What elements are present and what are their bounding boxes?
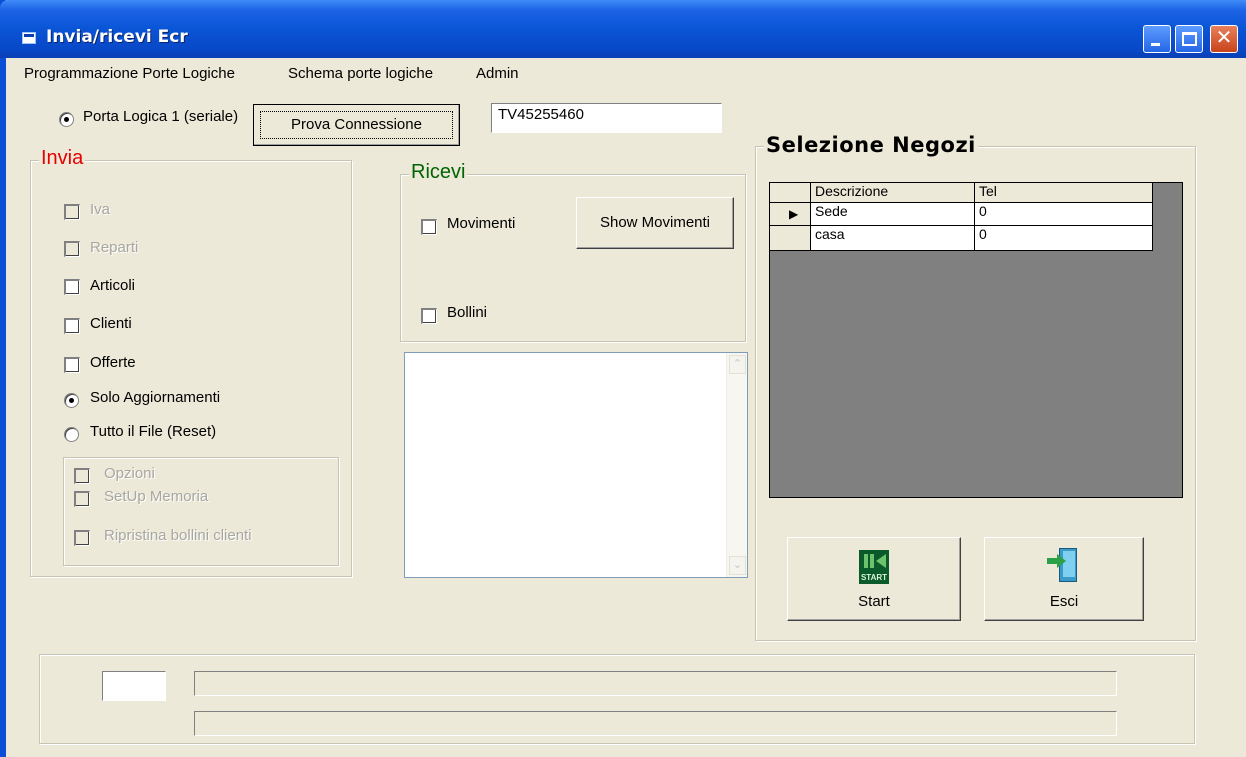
setup-memoria-checkbox[interactable]: [74, 491, 90, 507]
start-label: Start: [858, 593, 890, 610]
serial-field[interactable]: TV45255460: [491, 103, 722, 133]
exit-door-icon: [1045, 546, 1081, 586]
app-icon: [22, 32, 36, 44]
minimize-button[interactable]: [1143, 25, 1171, 53]
scroll-up-icon[interactable]: ⌃: [729, 355, 746, 374]
ricevi-title: Ricevi: [409, 161, 468, 184]
invia-group: Invia Iva Reparti Articoli Clienti Offer…: [30, 147, 352, 577]
setup-memoria-label: SetUp Memoria: [104, 488, 209, 505]
prova-connessione-button[interactable]: Prova Connessione: [253, 104, 460, 146]
prova-connessione-label: Prova Connessione: [260, 111, 453, 139]
offerte-checkbox[interactable]: [64, 357, 80, 373]
tutto-il-file-radio[interactable]: [64, 427, 79, 442]
menu-programmazione-porte-logiche[interactable]: Programmazione Porte Logiche: [24, 65, 235, 82]
grid-header-tel[interactable]: Tel: [975, 183, 1153, 203]
close-button[interactable]: ✕: [1210, 25, 1238, 53]
solo-aggiornamenti-radio[interactable]: [64, 393, 79, 408]
opzioni-checkbox[interactable]: [74, 468, 90, 484]
minimize-icon: [1151, 43, 1160, 46]
movimenti-label: Movimenti: [447, 215, 516, 232]
porta-logica-radio[interactable]: [59, 112, 74, 127]
grid-corner: [770, 183, 811, 203]
iva-checkbox[interactable]: [64, 204, 80, 220]
bollini-checkbox[interactable]: [421, 308, 437, 324]
grid-cell-tel[interactable]: 0: [975, 226, 1153, 251]
maximize-button[interactable]: [1175, 25, 1203, 53]
tutto-il-file-label: Tutto il File (Reset): [90, 423, 217, 440]
menu-schema-porte-logiche[interactable]: Schema porte logiche: [288, 65, 433, 82]
porta-logica-label: Porta Logica 1 (seriale): [83, 108, 239, 125]
menu-admin[interactable]: Admin: [476, 65, 519, 82]
status-counter-field[interactable]: [102, 671, 166, 701]
main-window: Invia/ricevi Ecr ✕ Programmazione Porte …: [0, 0, 1246, 757]
close-icon: ✕: [1215, 27, 1233, 49]
row-selector-icon[interactable]: ▶: [770, 203, 811, 226]
show-movimenti-button[interactable]: Show Movimenti: [576, 197, 734, 249]
grid-cell-descrizione[interactable]: casa: [811, 226, 975, 251]
negozi-title: Selezione Negozi: [764, 133, 978, 157]
movimenti-checkbox[interactable]: [421, 219, 437, 235]
log-scrollbar[interactable]: ⌃ ⌄: [726, 353, 747, 577]
start-button[interactable]: START Start: [787, 537, 961, 621]
esci-button[interactable]: Esci: [984, 537, 1144, 621]
status-frame: [39, 654, 1195, 744]
start-icon: START: [859, 550, 889, 584]
log-textarea[interactable]: ⌃ ⌄: [404, 352, 748, 578]
window-title: Invia/ricevi Ecr: [46, 27, 188, 47]
articoli-label: Articoli: [90, 277, 136, 294]
negozi-group: Selezione Negozi Descrizione Tel ▶ Sede …: [755, 133, 1196, 641]
negozi-grid[interactable]: Descrizione Tel ▶ Sede 0 casa 0: [769, 182, 1183, 498]
reparti-checkbox[interactable]: [64, 241, 80, 257]
invia-title: Invia: [39, 147, 86, 170]
offerte-label: Offerte: [90, 354, 136, 371]
ripristina-label: Ripristina bollini clienti: [104, 527, 252, 544]
grid-cell-tel[interactable]: 0: [975, 203, 1153, 226]
row-selector[interactable]: [770, 226, 811, 251]
solo-aggiornamenti-label: Solo Aggiornamenti: [90, 389, 221, 406]
grid-cell-descrizione[interactable]: Sede: [811, 203, 975, 226]
iva-label: Iva: [90, 201, 111, 218]
clienti-label: Clienti: [90, 315, 132, 332]
maximize-icon: [1182, 32, 1197, 46]
opzioni-label: Opzioni: [104, 465, 155, 482]
ripristina-checkbox[interactable]: [74, 530, 90, 546]
progress-bar-2: [194, 711, 1117, 736]
title-bar[interactable]: Invia/ricevi Ecr ✕: [0, 0, 1246, 58]
clienti-checkbox[interactable]: [64, 318, 80, 334]
grid-header-descrizione[interactable]: Descrizione: [811, 183, 975, 203]
reparti-label: Reparti: [90, 239, 139, 256]
progress-bar-1: [194, 671, 1117, 696]
bollini-label: Bollini: [447, 304, 488, 321]
menu-bar: Programmazione Porte Logiche Schema port…: [6, 60, 1246, 88]
opzioni-group: Opzioni SetUp Memoria Ripristina bollini…: [63, 457, 339, 566]
esci-label: Esci: [1049, 593, 1079, 610]
articoli-checkbox[interactable]: [64, 279, 80, 295]
scroll-down-icon[interactable]: ⌄: [729, 556, 746, 575]
ricevi-group: Ricevi Movimenti Show Movimenti Bollini: [400, 161, 746, 342]
